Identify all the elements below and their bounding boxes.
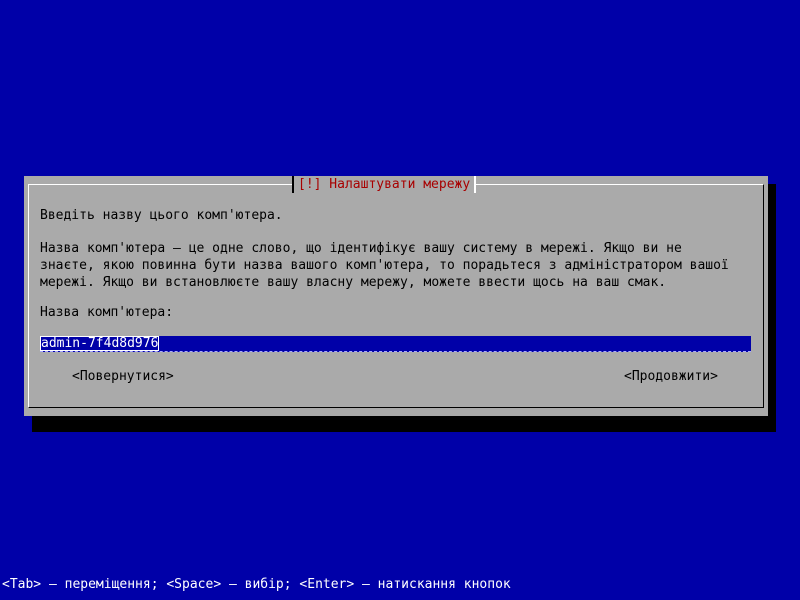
dialog-description: Назва комп'ютера – це одне слово, що іде… [40, 241, 729, 290]
continue-button[interactable]: <Продовжити> [624, 369, 718, 385]
back-button[interactable]: <Повернутися> [72, 369, 174, 385]
dialog-title: [!] Налаштувати мережу [292, 176, 477, 193]
network-config-dialog: [!] Налаштувати мережу Введіть назву цьо… [24, 176, 768, 416]
hostname-label: Назва комп'ютера: [40, 305, 174, 320]
hostname-input-value[interactable]: admin-7f4d8d976 [40, 336, 160, 351]
hostname-input[interactable]: admin-7f4d8d976 [40, 336, 751, 352]
dialog-prompt: Введіть назву цього комп'ютера. [40, 208, 283, 223]
keyboard-hint: <Tab> – переміщення; <Space> – вибір; <E… [2, 577, 511, 592]
